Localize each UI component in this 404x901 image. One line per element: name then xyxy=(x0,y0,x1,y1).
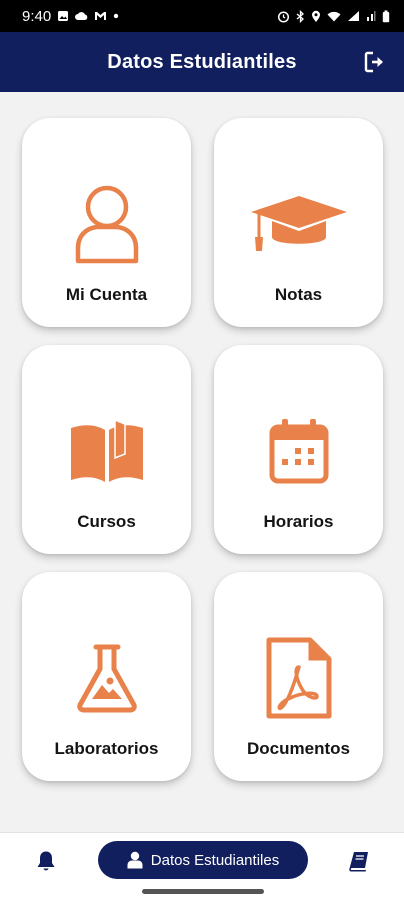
graduation-cap-icon xyxy=(214,180,383,268)
status-bar: 9:40 xyxy=(0,0,404,32)
gallery-notification-icon xyxy=(57,10,69,22)
pdf-document-icon xyxy=(214,634,383,722)
calendar-icon xyxy=(214,407,383,495)
flask-icon xyxy=(22,634,191,722)
menu-grid: Mi Cuenta Notas Cursos Horarios Laborato… xyxy=(22,118,383,781)
status-left: 9:40 xyxy=(22,8,119,25)
menu-card-label: Laboratorios xyxy=(54,739,159,758)
menu-card-label: Mi Cuenta xyxy=(65,285,148,304)
menu-card-label: Documentos xyxy=(247,739,350,758)
alarm-icon xyxy=(277,10,290,23)
gmail-notification-icon xyxy=(94,11,107,21)
status-time: 9:40 xyxy=(22,7,52,25)
menu-card-label: Notas xyxy=(274,285,323,304)
menu-card-laboratorios[interactable]: Laboratorios xyxy=(22,572,191,781)
notification-dot-icon xyxy=(113,13,119,19)
page-title: Datos Estudiantiles xyxy=(107,50,297,73)
book-icon xyxy=(349,852,368,872)
location-icon xyxy=(311,10,321,23)
active-tab-label: Datos Estudiantiles xyxy=(150,851,280,869)
signal-icon xyxy=(347,10,360,22)
logout-button[interactable] xyxy=(362,49,388,75)
app-bar: Datos Estudiantiles xyxy=(0,32,404,92)
menu-card-label: Cursos xyxy=(77,512,136,531)
battery-icon xyxy=(382,10,390,23)
menu-card-notas[interactable]: Notas xyxy=(214,118,383,327)
user-icon xyxy=(22,180,191,268)
cloud-notification-icon xyxy=(75,11,88,21)
library-tab[interactable] xyxy=(348,849,372,873)
menu-card-documentos[interactable]: Documentos xyxy=(214,572,383,781)
menu-card-mi-cuenta[interactable]: Mi Cuenta xyxy=(22,118,191,327)
menu-card-cursos[interactable]: Cursos xyxy=(22,345,191,554)
logout-icon xyxy=(364,51,383,73)
user-icon xyxy=(127,851,143,869)
datos-estudiantiles-tab[interactable]: Datos Estudiantiles xyxy=(98,841,308,879)
menu-card-label: Horarios xyxy=(263,512,334,531)
notifications-tab[interactable] xyxy=(34,849,58,873)
menu-card-horarios[interactable]: Horarios xyxy=(214,345,383,554)
open-book-icon xyxy=(22,407,191,495)
wifi-icon xyxy=(327,11,341,22)
status-right xyxy=(277,9,390,23)
signal-secondary-icon xyxy=(366,10,376,22)
bluetooth-icon xyxy=(296,9,305,23)
home-indicator[interactable] xyxy=(142,889,264,894)
bell-icon xyxy=(37,851,55,871)
